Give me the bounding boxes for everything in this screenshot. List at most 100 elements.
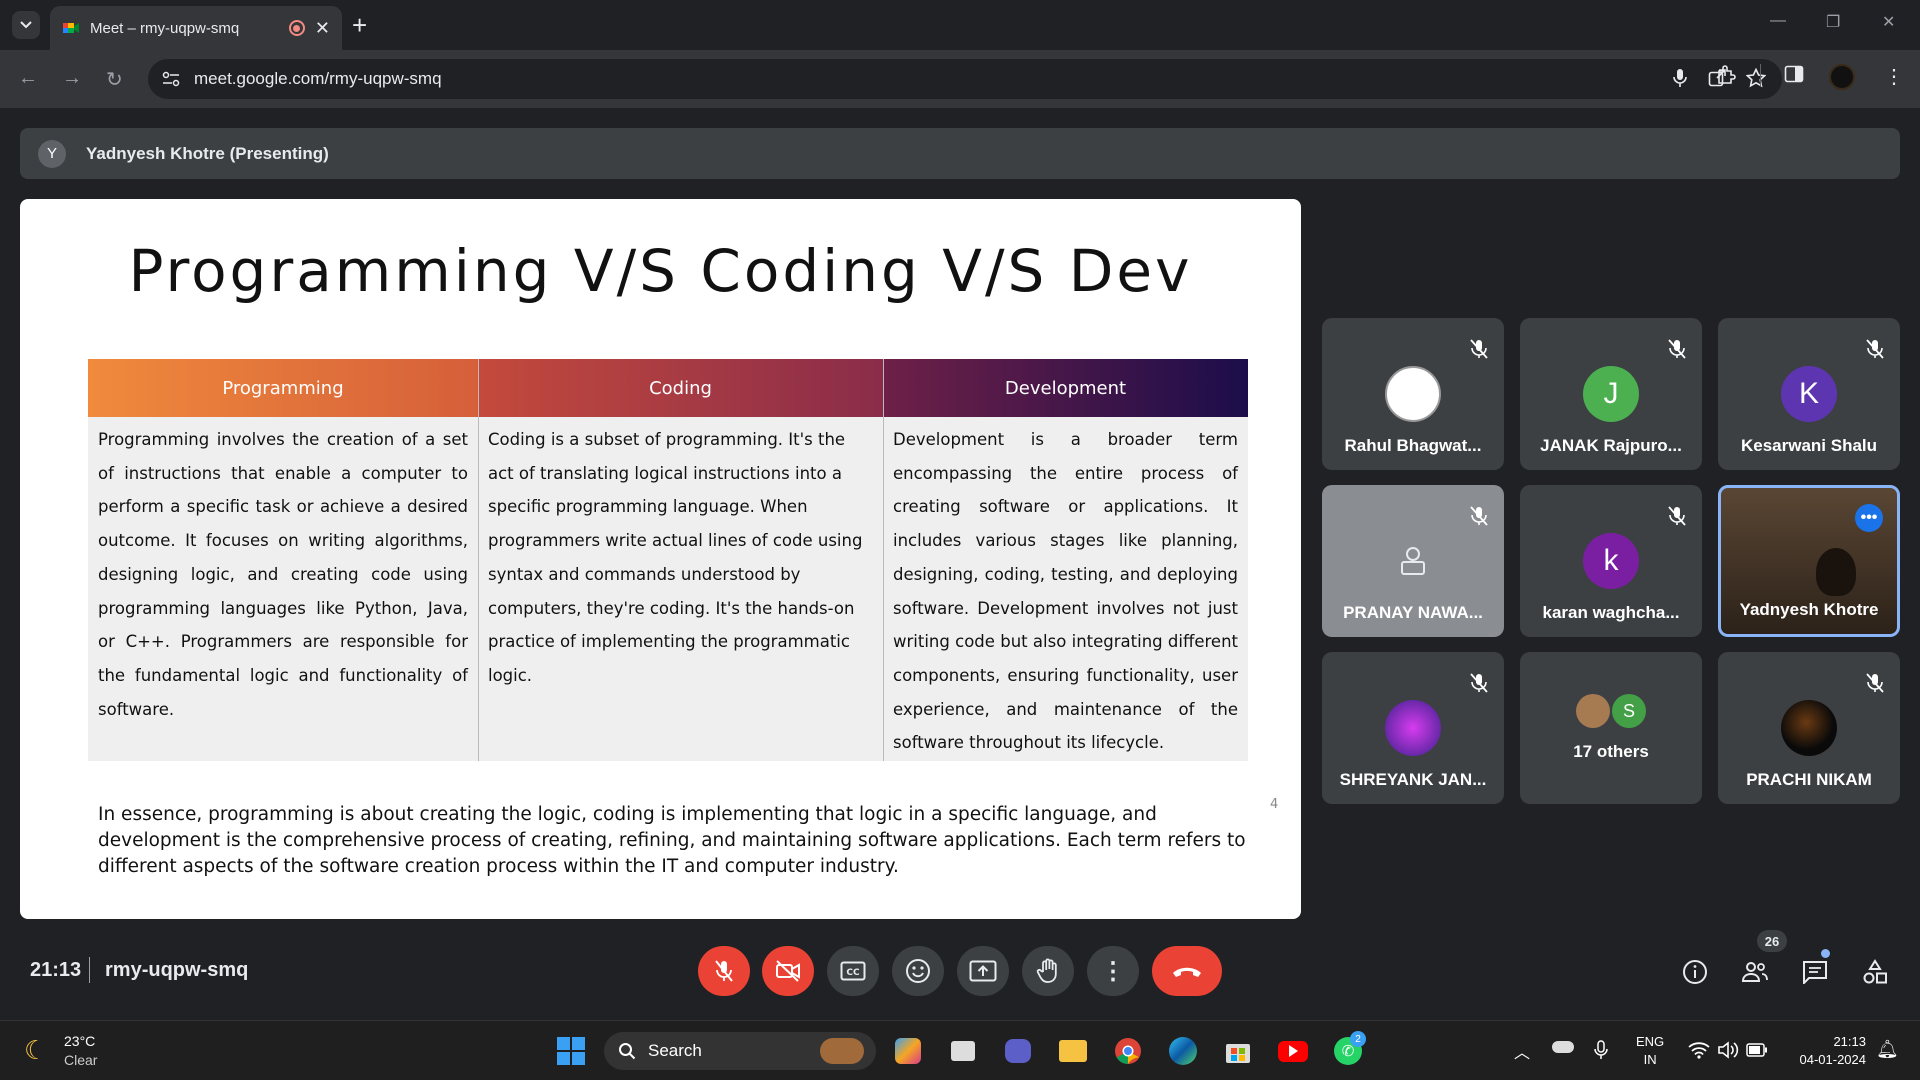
participant-name: 17 others bbox=[1573, 742, 1649, 761]
extensions-icon[interactable] bbox=[1716, 64, 1738, 86]
activities-shapes-icon bbox=[1863, 959, 1887, 984]
clock-date: 04-01-2024 bbox=[1799, 1052, 1867, 1067]
slide-title: Programming V/S Coding V/S Dev bbox=[128, 237, 1193, 305]
participant-tile[interactable]: PRANAY NAWA... bbox=[1322, 485, 1504, 637]
captions-button[interactable]: CC bbox=[827, 946, 879, 996]
search-highlight-icon bbox=[820, 1038, 864, 1064]
back-icon[interactable]: ← bbox=[18, 67, 38, 90]
clock-time: 21:13 bbox=[1833, 1034, 1866, 1049]
chevron-up-icon[interactable]: ︿ bbox=[1514, 1039, 1530, 1063]
reactions-button[interactable] bbox=[892, 946, 944, 996]
muted-microphone-icon bbox=[1864, 338, 1886, 360]
participant-tile[interactable]: SHREYANK JAN... bbox=[1322, 652, 1504, 804]
start-button[interactable] bbox=[555, 1035, 587, 1067]
participant-tile[interactable]: J JANAK Rajpuro... bbox=[1520, 318, 1702, 470]
muted-microphone-icon bbox=[1666, 505, 1688, 527]
presenter-avatar: Y bbox=[38, 139, 66, 168]
microphone-icon[interactable] bbox=[1672, 68, 1688, 88]
avatar: K bbox=[1781, 366, 1837, 422]
camera-toggle-button[interactable] bbox=[762, 946, 814, 996]
address-bar[interactable]: meet.google.com/rmy-uqpw-smq bbox=[148, 59, 1782, 99]
more-options-button[interactable]: ⋮ bbox=[1087, 946, 1139, 996]
microphone-off-icon bbox=[715, 960, 733, 982]
participant-tile[interactable]: Rahul Bhagwat... bbox=[1322, 318, 1504, 470]
chrome-icon[interactable] bbox=[1112, 1035, 1144, 1067]
restore-icon[interactable]: ❐ bbox=[1826, 12, 1840, 32]
url-text: meet.google.com/rmy-uqpw-smq bbox=[194, 69, 442, 88]
tab-search-button[interactable] bbox=[12, 11, 40, 39]
teams-chat-icon[interactable] bbox=[1002, 1035, 1034, 1067]
table-cell-programming: Programming involves the creation of a s… bbox=[88, 417, 478, 761]
leave-call-button[interactable] bbox=[1152, 946, 1222, 996]
participant-tile[interactable]: K Kesarwani Shalu bbox=[1718, 318, 1900, 470]
table-cell-development: Development is a broader term encompassi… bbox=[883, 417, 1248, 761]
meeting-details-button[interactable] bbox=[1675, 952, 1715, 992]
volume-icon[interactable] bbox=[1717, 1041, 1739, 1059]
reload-icon[interactable]: ↻ bbox=[106, 67, 123, 92]
comparison-table: Programming Coding Development Programmi… bbox=[88, 359, 1248, 761]
weather-moon-icon[interactable]: ☾ bbox=[24, 1035, 47, 1066]
people-button[interactable] bbox=[1735, 952, 1775, 992]
language-indicator[interactable]: ENG IN bbox=[1636, 1033, 1664, 1069]
presenter-bar: Y Yadnyesh Khotre (Presenting) bbox=[20, 128, 1900, 179]
close-window-icon[interactable]: ✕ bbox=[1882, 12, 1895, 32]
people-count-badge: 26 bbox=[1757, 930, 1787, 952]
participant-name: Yadnyesh Khotre bbox=[1739, 600, 1879, 619]
onedrive-cloud-icon[interactable] bbox=[1552, 1041, 1574, 1053]
side-panel-icon[interactable] bbox=[1784, 64, 1804, 84]
search-label: Search bbox=[648, 1041, 702, 1060]
copilot-app-icon[interactable] bbox=[892, 1035, 924, 1067]
forward-icon[interactable]: → bbox=[62, 67, 82, 90]
participant-name: PRACHI NIKAM bbox=[1746, 770, 1872, 789]
youtube-icon[interactable] bbox=[1277, 1035, 1309, 1067]
task-view-icon[interactable] bbox=[947, 1035, 979, 1067]
file-explorer-icon[interactable] bbox=[1057, 1035, 1089, 1067]
minimize-icon[interactable]: — bbox=[1770, 12, 1786, 30]
browser-tab-bar: Meet – rmy-uqpw-smq ✕ + — ❐ ✕ bbox=[0, 0, 1920, 50]
language-region: IN bbox=[1643, 1052, 1657, 1067]
participant-tile[interactable]: ••• Yadnyesh Khotre bbox=[1718, 485, 1900, 637]
muted-microphone-icon bbox=[1468, 505, 1490, 527]
weather-widget[interactable]: 23°C Clear bbox=[64, 1032, 97, 1070]
site-settings-icon[interactable] bbox=[162, 71, 180, 87]
people-icon bbox=[1741, 962, 1768, 982]
new-tab-button[interactable]: + bbox=[352, 10, 367, 41]
battery-icon[interactable] bbox=[1746, 1043, 1768, 1057]
microsoft-store-icon[interactable] bbox=[1222, 1035, 1254, 1067]
activities-button[interactable] bbox=[1855, 952, 1895, 992]
wifi-icon[interactable] bbox=[1688, 1041, 1710, 1059]
more-options-icon[interactable]: ••• bbox=[1855, 504, 1883, 532]
microphone-toggle-button[interactable] bbox=[698, 946, 750, 996]
participant-name: karan waghcha... bbox=[1542, 603, 1680, 622]
participant-tile[interactable]: PRACHI NIKAM bbox=[1718, 652, 1900, 804]
tray-microphone-icon[interactable] bbox=[1594, 1040, 1608, 1060]
avatar: k bbox=[1583, 533, 1639, 589]
avatar bbox=[1385, 533, 1441, 589]
table-cell-coding: Coding is a subset of programming. It's … bbox=[478, 417, 883, 761]
taskbar-search[interactable]: Search bbox=[604, 1032, 876, 1070]
browser-menu-icon[interactable]: ⋮ bbox=[1884, 64, 1904, 89]
camera-off-icon bbox=[776, 960, 800, 982]
edge-icon[interactable] bbox=[1167, 1035, 1199, 1067]
column-header-programming: Programming bbox=[88, 359, 478, 417]
column-header-development: Development bbox=[883, 359, 1248, 417]
presentation-slide: Programming V/S Coding V/S Dev Programmi… bbox=[20, 199, 1301, 919]
slide-page-number: 4 bbox=[1270, 797, 1279, 812]
bookmark-star-icon[interactable] bbox=[1746, 68, 1766, 88]
muted-microphone-icon bbox=[1468, 338, 1490, 360]
browser-tab-meet[interactable]: Meet – rmy-uqpw-smq ✕ bbox=[50, 6, 342, 50]
present-screen-button[interactable] bbox=[957, 946, 1009, 996]
participant-tile[interactable]: S 17 others bbox=[1520, 652, 1702, 804]
chat-button[interactable] bbox=[1795, 952, 1835, 992]
column-divider bbox=[883, 359, 884, 761]
raise-hand-button[interactable] bbox=[1022, 946, 1074, 996]
profile-avatar[interactable] bbox=[1829, 64, 1855, 90]
close-tab-icon[interactable]: ✕ bbox=[315, 18, 330, 39]
notification-bell-icon[interactable]: 🔔︎ bbox=[1876, 1039, 1899, 1060]
participant-tile[interactable]: k karan waghcha... bbox=[1520, 485, 1702, 637]
emoji-icon bbox=[906, 959, 930, 983]
present-screen-icon bbox=[969, 960, 997, 982]
svg-text:CC: CC bbox=[846, 968, 860, 978]
chat-icon bbox=[1803, 961, 1827, 984]
system-clock[interactable]: 21:13 04-01-2024 bbox=[1786, 1033, 1867, 1069]
